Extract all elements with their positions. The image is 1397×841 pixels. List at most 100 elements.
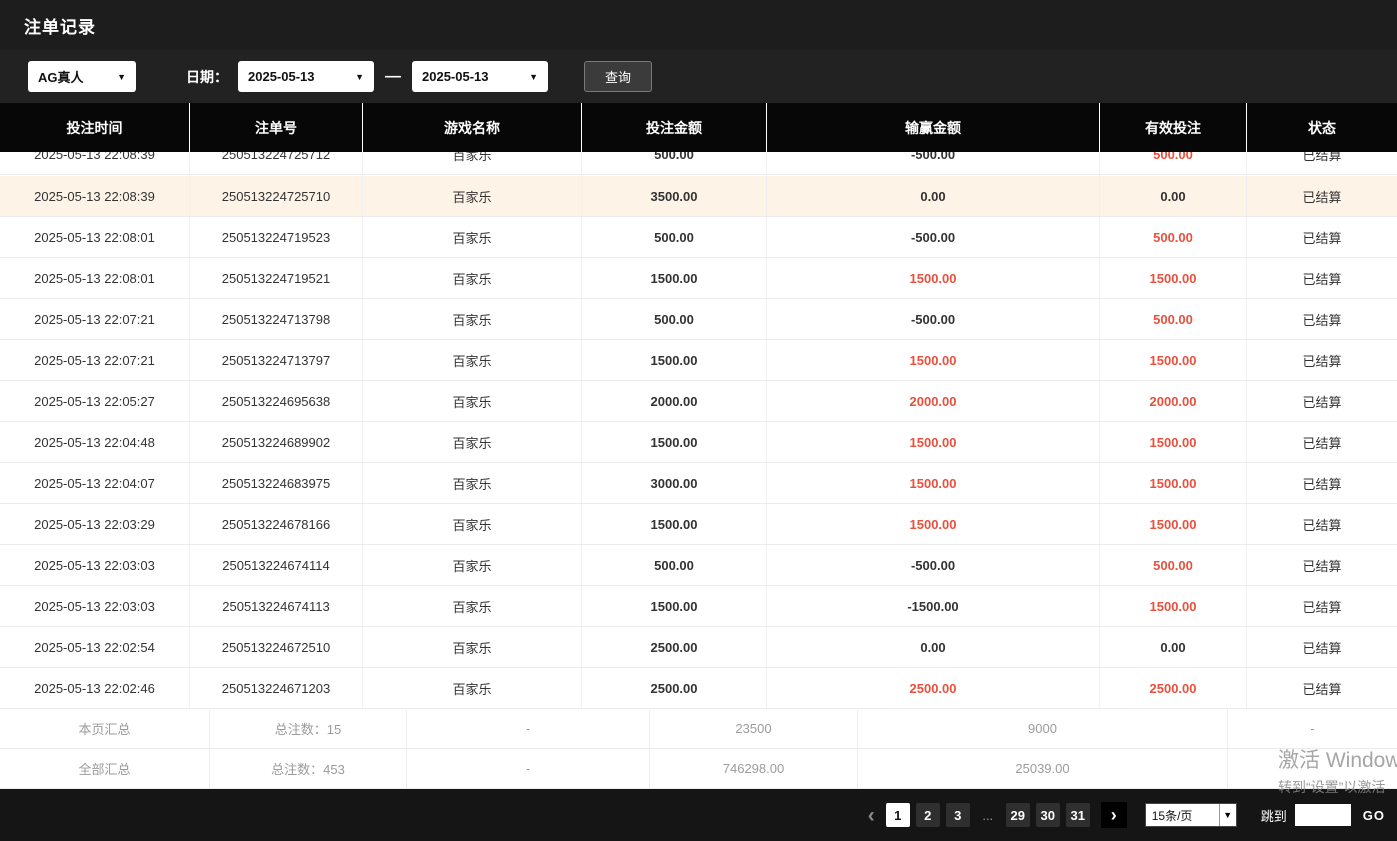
cell-bet-time: 2025-05-13 22:02:46 bbox=[0, 668, 190, 708]
cell-valid-bet: 1500.00 bbox=[1100, 422, 1247, 462]
prev-page-button[interactable]: ‹ bbox=[868, 805, 875, 826]
summary-cell: - bbox=[1228, 709, 1397, 748]
page-summary-row: 本页汇总总注数：15-235009000- bbox=[0, 709, 1397, 749]
titlebar: 注单记录 bbox=[0, 0, 1397, 50]
table-row[interactable]: 2025-05-13 22:07:21250513224713797百家乐150… bbox=[0, 340, 1397, 381]
cell-bet-number: 250513224719521 bbox=[190, 258, 363, 298]
cell-bet-number: 250513224713797 bbox=[190, 340, 363, 380]
summary-cell: 全部汇总 bbox=[0, 749, 210, 788]
table-row[interactable]: 2025-05-13 22:03:03250513224674113百家乐150… bbox=[0, 586, 1397, 627]
table-row[interactable]: 2025-05-13 22:03:03250513224674114百家乐500… bbox=[0, 545, 1397, 586]
column-header: 投注金额 bbox=[582, 103, 767, 152]
game-select-value: AG真人 bbox=[38, 67, 84, 86]
page-button-31[interactable]: 31 bbox=[1066, 803, 1090, 827]
cell-game-name: 百家乐 bbox=[363, 586, 582, 626]
query-button[interactable]: 查询 bbox=[584, 61, 652, 92]
cell-bet-amount: 3000.00 bbox=[582, 463, 767, 503]
cell-bet-time: 2025-05-13 22:05:27 bbox=[0, 381, 190, 421]
cell-bet-time: 2025-05-13 22:03:03 bbox=[0, 586, 190, 626]
cell-bet-number: 250513224672510 bbox=[190, 627, 363, 667]
cell-game-name: 百家乐 bbox=[363, 545, 582, 585]
page-title: 注单记录 bbox=[24, 13, 96, 38]
cell-valid-bet: 2500.00 bbox=[1100, 668, 1247, 708]
cell-bet-amount: 500.00 bbox=[582, 217, 767, 257]
cell-bet-number: 250513224683975 bbox=[190, 463, 363, 503]
jump-label: 跳到 bbox=[1261, 806, 1287, 825]
cell-game-name: 百家乐 bbox=[363, 381, 582, 421]
jump-page-input[interactable] bbox=[1295, 804, 1351, 826]
cell-status: 已结算 bbox=[1247, 340, 1397, 380]
date-range-separator: — bbox=[385, 68, 401, 86]
table-row[interactable]: 2025-05-13 22:04:48250513224689902百家乐150… bbox=[0, 422, 1397, 463]
cell-game-name: 百家乐 bbox=[363, 152, 582, 174]
table-row[interactable]: 2025-05-13 22:08:01250513224719523百家乐500… bbox=[0, 217, 1397, 258]
table-row[interactable]: 2025-05-13 22:02:46250513224671203百家乐250… bbox=[0, 668, 1397, 709]
date-from-value: 2025-05-13 bbox=[248, 69, 315, 84]
page-button-3[interactable]: 3 bbox=[946, 803, 970, 827]
cell-valid-bet: 1500.00 bbox=[1100, 340, 1247, 380]
cell-win-loss: 1500.00 bbox=[767, 504, 1100, 544]
cell-valid-bet: 500.00 bbox=[1100, 545, 1247, 585]
cell-status: 已结算 bbox=[1247, 152, 1397, 174]
cell-status: 已结算 bbox=[1247, 299, 1397, 339]
summary-cell: 25039.00 bbox=[858, 749, 1228, 788]
cell-valid-bet: 500.00 bbox=[1100, 217, 1247, 257]
summary-cell: 9000 bbox=[858, 709, 1228, 748]
cell-bet-amount: 2500.00 bbox=[582, 668, 767, 708]
table-row[interactable]: 2025-05-13 22:03:29250513224678166百家乐150… bbox=[0, 504, 1397, 545]
cell-bet-number: 250513224719523 bbox=[190, 217, 363, 257]
page-size-value: 15条/页 bbox=[1146, 807, 1193, 824]
chevron-down-icon: ▼ bbox=[117, 72, 126, 82]
page-size-select[interactable]: 15条/页 ▼ bbox=[1145, 803, 1237, 827]
date-to-select[interactable]: 2025-05-13 ▼ bbox=[412, 61, 548, 92]
cell-bet-time: 2025-05-13 22:07:21 bbox=[0, 340, 190, 380]
go-button[interactable]: GO bbox=[1363, 808, 1385, 823]
table-row[interactable]: 2025-05-13 22:05:27250513224695638百家乐200… bbox=[0, 381, 1397, 422]
table-row[interactable]: 2025-05-13 22:08:01250513224719521百家乐150… bbox=[0, 258, 1397, 299]
cell-bet-amount: 500.00 bbox=[582, 152, 767, 174]
cell-bet-amount: 1500.00 bbox=[582, 258, 767, 298]
cell-valid-bet: 1500.00 bbox=[1100, 258, 1247, 298]
cell-win-loss: 1500.00 bbox=[767, 463, 1100, 503]
cell-win-loss: -500.00 bbox=[767, 217, 1100, 257]
cell-win-loss: 0.00 bbox=[767, 176, 1100, 216]
summary-cell: - bbox=[407, 709, 650, 748]
cell-bet-number: 250513224671203 bbox=[190, 668, 363, 708]
cell-valid-bet: 500.00 bbox=[1100, 152, 1247, 174]
cell-bet-amount: 1500.00 bbox=[582, 504, 767, 544]
cell-status: 已结算 bbox=[1247, 627, 1397, 667]
table-body: 2025-05-13 22:08:39250513224725712百家乐500… bbox=[0, 152, 1397, 709]
cell-bet-time: 2025-05-13 22:03:03 bbox=[0, 545, 190, 585]
page-button-1[interactable]: 1 bbox=[886, 803, 910, 827]
summary-cell bbox=[1228, 749, 1397, 788]
page-button-29[interactable]: 29 bbox=[1006, 803, 1030, 827]
table-row[interactable]: 2025-05-13 22:07:21250513224713798百家乐500… bbox=[0, 299, 1397, 340]
cell-bet-time: 2025-05-13 22:08:39 bbox=[0, 176, 190, 216]
cell-bet-amount: 2000.00 bbox=[582, 381, 767, 421]
cell-status: 已结算 bbox=[1247, 217, 1397, 257]
cell-win-loss: -500.00 bbox=[767, 152, 1100, 174]
cell-bet-number: 250513224725712 bbox=[190, 152, 363, 174]
cell-bet-number: 250513224678166 bbox=[190, 504, 363, 544]
table-row[interactable]: 2025-05-13 22:08:39250513224725712百家乐500… bbox=[0, 152, 1397, 175]
cell-win-loss: 1500.00 bbox=[767, 422, 1100, 462]
cell-game-name: 百家乐 bbox=[363, 668, 582, 708]
cell-bet-amount: 1500.00 bbox=[582, 340, 767, 380]
page-ellipsis: ... bbox=[976, 803, 1000, 827]
cell-status: 已结算 bbox=[1247, 258, 1397, 298]
table-row[interactable]: 2025-05-13 22:02:54250513224672510百家乐250… bbox=[0, 627, 1397, 668]
next-page-button[interactable]: › bbox=[1101, 802, 1127, 828]
cell-valid-bet: 1500.00 bbox=[1100, 504, 1247, 544]
table-row[interactable]: 2025-05-13 22:04:07250513224683975百家乐300… bbox=[0, 463, 1397, 504]
game-select[interactable]: AG真人 ▼ bbox=[28, 61, 136, 92]
cell-game-name: 百家乐 bbox=[363, 299, 582, 339]
date-from-select[interactable]: 2025-05-13 ▼ bbox=[238, 61, 374, 92]
cell-bet-number: 250513224674113 bbox=[190, 586, 363, 626]
summary-cell: 23500 bbox=[650, 709, 858, 748]
page-button-30[interactable]: 30 bbox=[1036, 803, 1060, 827]
table-row[interactable]: 2025-05-13 22:08:39250513224725710百家乐350… bbox=[0, 176, 1397, 217]
chevron-down-icon: ▼ bbox=[529, 72, 538, 82]
page-button-2[interactable]: 2 bbox=[916, 803, 940, 827]
cell-valid-bet: 1500.00 bbox=[1100, 463, 1247, 503]
cell-game-name: 百家乐 bbox=[363, 627, 582, 667]
